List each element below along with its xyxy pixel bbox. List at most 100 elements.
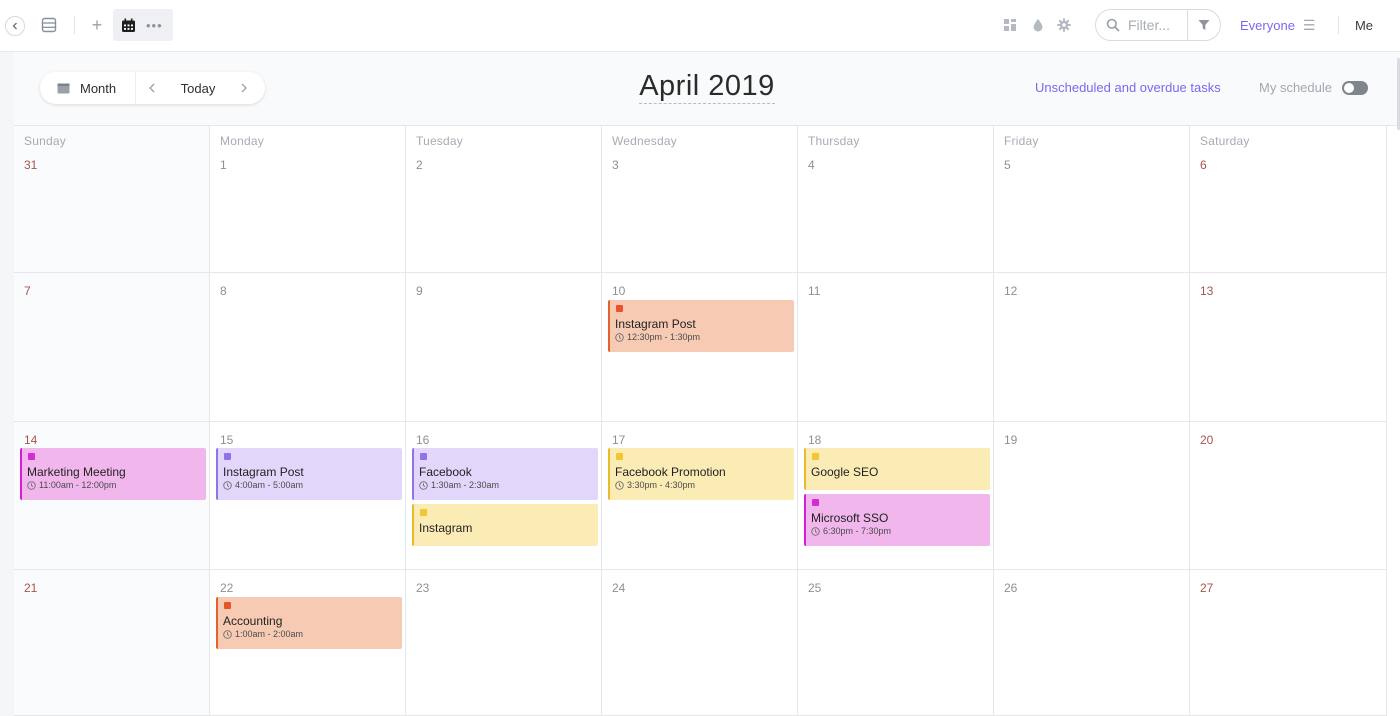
calendar-event[interactable]: Microsoft SSO 6:30pm - 7:30pm bbox=[804, 494, 990, 546]
layout-toggle-button[interactable] bbox=[1001, 16, 1019, 34]
clock-icon bbox=[223, 480, 232, 490]
event-title: Marketing Meeting bbox=[27, 465, 126, 479]
calendar-event[interactable]: Google SEO bbox=[804, 448, 990, 490]
weekday-header: Saturday bbox=[1200, 134, 1250, 148]
everyone-label: Everyone bbox=[1240, 17, 1295, 33]
day-cell[interactable]: 26 bbox=[994, 570, 1190, 716]
day-cell[interactable]: 9 bbox=[406, 273, 602, 422]
my-schedule-label: My schedule bbox=[1259, 80, 1332, 95]
day-number: 20 bbox=[1200, 433, 1214, 447]
day-number: 17 bbox=[612, 433, 626, 447]
day-cell[interactable]: 27 bbox=[1190, 570, 1387, 716]
event-time-text: 12:30pm - 1:30pm bbox=[627, 332, 701, 342]
filter-funnel-button[interactable] bbox=[1187, 10, 1220, 40]
day-cell[interactable]: 5 bbox=[994, 126, 1190, 273]
clock-icon bbox=[419, 480, 428, 490]
status-square-icon bbox=[812, 499, 819, 506]
filter-placeholder: Filter... bbox=[1128, 17, 1171, 33]
add-view-button[interactable]: + bbox=[87, 14, 107, 36]
day-number: 3 bbox=[612, 158, 619, 172]
search-icon bbox=[1106, 18, 1120, 32]
status-square-icon bbox=[616, 453, 623, 460]
event-title: Instagram Post bbox=[223, 465, 304, 479]
day-cell[interactable]: 24 bbox=[602, 570, 798, 716]
day-cell[interactable]: 6 bbox=[1190, 126, 1387, 273]
day-cell[interactable]: 25 bbox=[798, 570, 994, 716]
event-title: Facebook Promotion bbox=[615, 465, 726, 479]
day-cell[interactable]: 2 bbox=[406, 126, 602, 273]
calendar-header: Month Today April 2019 Unscheduled and o… bbox=[14, 52, 1400, 126]
calendar-event[interactable]: Instagram Post 4:00am - 5:00am bbox=[216, 448, 402, 500]
day-cell[interactable]: 23 bbox=[406, 570, 602, 716]
event-time: 3:30pm - 4:30pm bbox=[615, 480, 794, 490]
day-cell[interactable]: 3 bbox=[602, 126, 798, 273]
day-cell[interactable]: 12 bbox=[994, 273, 1190, 422]
calendar-event[interactable]: Facebook Promotion 3:30pm - 4:30pm bbox=[608, 448, 794, 500]
day-cell[interactable]: 31 bbox=[14, 126, 210, 273]
calendar-event[interactable]: Marketing Meeting 11:00am - 12:00pm bbox=[20, 448, 206, 500]
day-number: 27 bbox=[1200, 581, 1214, 595]
day-number: 4 bbox=[808, 158, 815, 172]
list-view-button[interactable] bbox=[38, 14, 60, 36]
toggle-switch[interactable] bbox=[1341, 80, 1368, 95]
day-number: 11 bbox=[808, 284, 821, 298]
unscheduled-tasks-link[interactable]: Unscheduled and overdue tasks bbox=[1035, 80, 1221, 95]
me-filter-button[interactable]: Me bbox=[1349, 14, 1379, 36]
status-square-icon bbox=[224, 453, 231, 460]
status-square-icon bbox=[224, 602, 231, 609]
calendar-view-tab[interactable]: ••• bbox=[113, 9, 173, 41]
collapse-sidebar-button[interactable] bbox=[5, 16, 25, 36]
more-options-icon[interactable]: ••• bbox=[146, 18, 163, 33]
month-title-text[interactable]: April 2019 bbox=[639, 70, 775, 104]
grid-layout-icon bbox=[1004, 19, 1016, 31]
menu-icon: ☰ bbox=[1302, 16, 1316, 33]
day-number: 26 bbox=[1004, 581, 1018, 595]
calendar-event[interactable]: Accounting 1:00am - 2:00am bbox=[216, 597, 402, 649]
event-time: 11:00am - 12:00pm bbox=[27, 480, 206, 490]
day-cell[interactable]: 21 bbox=[14, 570, 210, 716]
calendar-event[interactable]: Facebook 1:30am - 2:30am bbox=[412, 448, 598, 500]
clock-icon bbox=[615, 332, 624, 342]
toolbar-divider bbox=[74, 16, 75, 34]
my-schedule-toggle[interactable]: My schedule bbox=[1259, 80, 1368, 95]
day-number: 8 bbox=[220, 284, 227, 298]
chevron-left-icon bbox=[12, 22, 17, 30]
event-title: Google SEO bbox=[811, 465, 879, 479]
day-number: 1 bbox=[220, 158, 227, 172]
calendar-event[interactable]: Instagram Post 12:30pm - 1:30pm bbox=[608, 300, 794, 352]
calendar-event[interactable]: Instagram bbox=[412, 504, 598, 546]
day-cell[interactable]: 4 bbox=[798, 126, 994, 273]
event-title: Facebook bbox=[419, 465, 472, 479]
day-cell[interactable]: 7 bbox=[14, 273, 210, 422]
clock-icon bbox=[223, 629, 232, 639]
day-cell[interactable]: 20 bbox=[1190, 422, 1387, 570]
day-number: 22 bbox=[220, 581, 234, 595]
day-number: 7 bbox=[24, 284, 31, 298]
list-view-icon bbox=[41, 17, 57, 33]
event-time: 1:00am - 2:00am bbox=[223, 629, 402, 639]
settings-button[interactable] bbox=[1055, 16, 1073, 34]
left-sidebar-strip bbox=[0, 52, 15, 716]
status-square-icon bbox=[812, 453, 819, 460]
event-time-text: 6:30pm - 7:30pm bbox=[823, 526, 892, 536]
day-number: 21 bbox=[24, 581, 38, 595]
day-number: 15 bbox=[220, 433, 234, 447]
clock-icon bbox=[615, 480, 624, 490]
assignee-filter-everyone[interactable]: Everyone ☰ bbox=[1240, 14, 1315, 36]
day-cell[interactable]: 13 bbox=[1190, 273, 1387, 422]
day-number: 13 bbox=[1200, 284, 1214, 298]
color-button[interactable] bbox=[1029, 16, 1047, 34]
day-cell[interactable]: 19 bbox=[994, 422, 1190, 570]
day-cell[interactable]: 8 bbox=[210, 273, 406, 422]
event-time-text: 3:30pm - 4:30pm bbox=[627, 480, 696, 490]
event-title: Accounting bbox=[223, 614, 283, 628]
day-cell[interactable]: 1 bbox=[210, 126, 406, 273]
day-cell[interactable]: 11 bbox=[798, 273, 994, 422]
day-number: 10 bbox=[612, 284, 626, 298]
event-title: Instagram Post bbox=[615, 317, 696, 331]
clock-icon bbox=[27, 480, 36, 490]
filter-input[interactable]: Filter... bbox=[1095, 9, 1221, 41]
event-time: 12:30pm - 1:30pm bbox=[615, 332, 794, 342]
day-number: 18 bbox=[808, 433, 822, 447]
status-square-icon bbox=[28, 453, 35, 460]
